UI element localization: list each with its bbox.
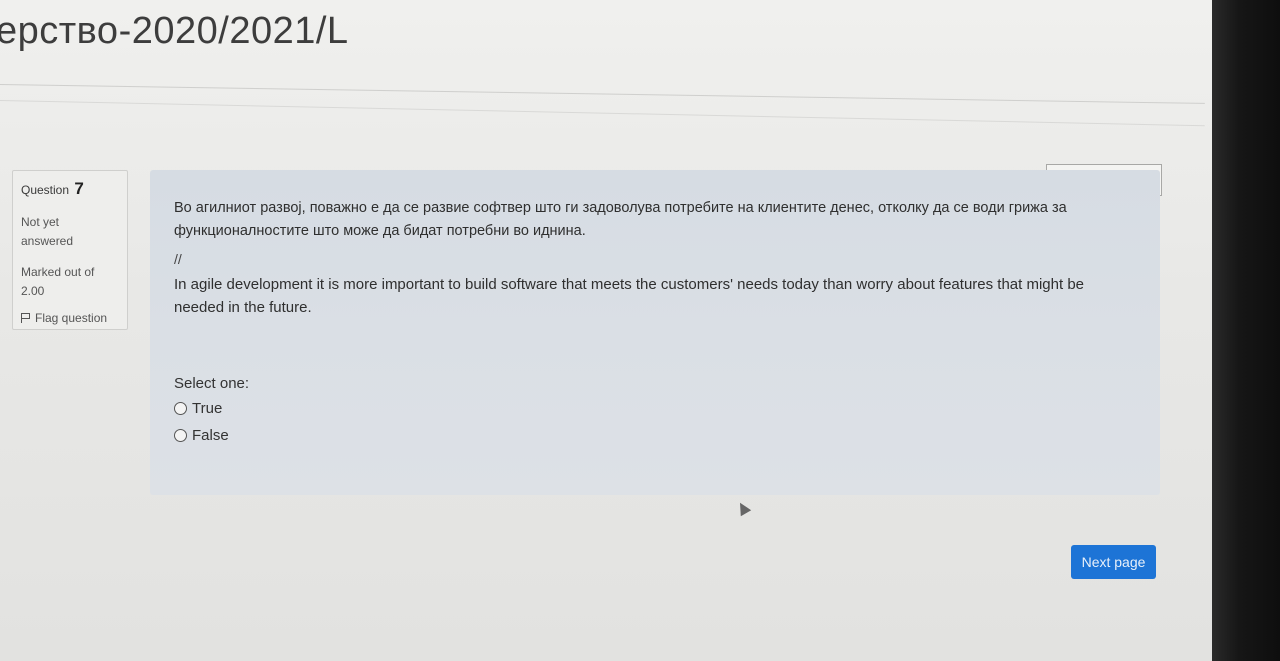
answer-option-false[interactable]: False [174, 427, 1136, 444]
question-state-line1: Not yet [21, 215, 60, 229]
answer-option-true-label: True [192, 400, 223, 417]
radio-true[interactable] [174, 402, 187, 415]
answer-options: True False [174, 400, 1136, 444]
question-grade: Marked out of 2.00 [21, 263, 119, 301]
monitor-bezel [1212, 0, 1280, 661]
header-divider-secondary [0, 100, 1205, 127]
quiz-page: ерство-2020/2021/L Question 7 Not yet an… [0, 0, 1280, 661]
answer-option-true[interactable]: True [174, 400, 1136, 417]
question-state: Not yet answered [21, 213, 119, 251]
question-formulation: Во агилниот развој, поважно е да се разв… [150, 170, 1160, 495]
header-divider [0, 84, 1205, 104]
radio-false[interactable] [174, 429, 187, 442]
select-one-prompt: Select one: [174, 375, 250, 392]
flag-icon [21, 313, 30, 323]
question-state-line2: answered [21, 234, 74, 248]
answer-option-false-label: False [192, 427, 229, 444]
next-page-button[interactable]: Next page [1071, 545, 1156, 579]
question-text-separator: // [174, 251, 182, 267]
question-text-macedonian: Во агилниот развој, поважно е да се разв… [174, 200, 1067, 239]
question-number: 7 [74, 179, 84, 198]
course-title: ерство-2020/2021/L [0, 10, 349, 52]
mouse-cursor-icon [734, 499, 752, 517]
question-heading: Question 7 [21, 179, 119, 199]
flag-question-label: Flag question [35, 311, 108, 325]
flag-question-button[interactable]: Flag question [21, 311, 119, 325]
question-info-panel: Question 7 Not yet answered Marked out o… [12, 170, 128, 330]
question-grade-line2: 2.00 [21, 284, 45, 298]
question-grade-line1: Marked out of [21, 265, 95, 279]
question-text-english: In agile development it is more importan… [174, 276, 1085, 316]
question-label: Question [21, 183, 70, 197]
